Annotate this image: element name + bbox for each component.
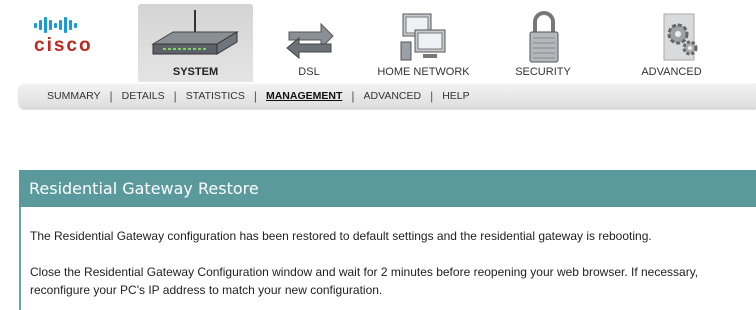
cisco-logo: cisco [34, 16, 104, 62]
sub-nav: SUMMARY | DETAILS | STATISTICS | MANAGEM… [19, 84, 756, 108]
subnav-details[interactable]: DETAILS [113, 90, 174, 102]
panel-title: Residential Gateway Restore [19, 170, 756, 207]
arrows-exchange-icon [286, 22, 334, 60]
subnav-help[interactable]: HELP [433, 90, 478, 102]
subnav-advanced[interactable]: ADVANCED [355, 90, 431, 102]
nav-security-label: SECURITY [515, 66, 571, 78]
cisco-logo-bars [34, 16, 104, 34]
cisco-wordmark: cisco [34, 35, 93, 56]
nav-security[interactable]: SECURITY [482, 4, 604, 82]
subnav-management[interactable]: MANAGEMENT [257, 90, 351, 102]
nav-system[interactable]: SYSTEM [138, 4, 253, 82]
nav-dsl[interactable]: DSL [253, 4, 365, 82]
nav-home-network[interactable]: HOME NETWORK [365, 4, 482, 82]
router-icon [151, 10, 239, 55]
nav-advanced-label: ADVANCED [641, 66, 702, 78]
computers-icon [400, 13, 446, 61]
nav-dsl-label: DSL [298, 66, 320, 78]
nav-advanced[interactable]: ADVANCED [604, 4, 739, 82]
panel-body: The Residential Gateway configuration ha… [19, 207, 756, 310]
gears-icon [663, 13, 698, 61]
subnav-statistics[interactable]: STATISTICS [177, 90, 254, 102]
reopen-instructions: Close the Residential Gateway Configurat… [30, 265, 699, 297]
nav-system-label: SYSTEM [172, 66, 219, 78]
padlock-icon [529, 11, 559, 63]
top-nav: SYSTEM DSL HOME NETWORK SECURITY ADVANCE… [138, 4, 739, 82]
restore-message: The Residential Gateway configuration ha… [30, 229, 652, 243]
subnav-summary[interactable]: SUMMARY [19, 90, 109, 102]
nav-home-network-label: HOME NETWORK [377, 66, 470, 78]
